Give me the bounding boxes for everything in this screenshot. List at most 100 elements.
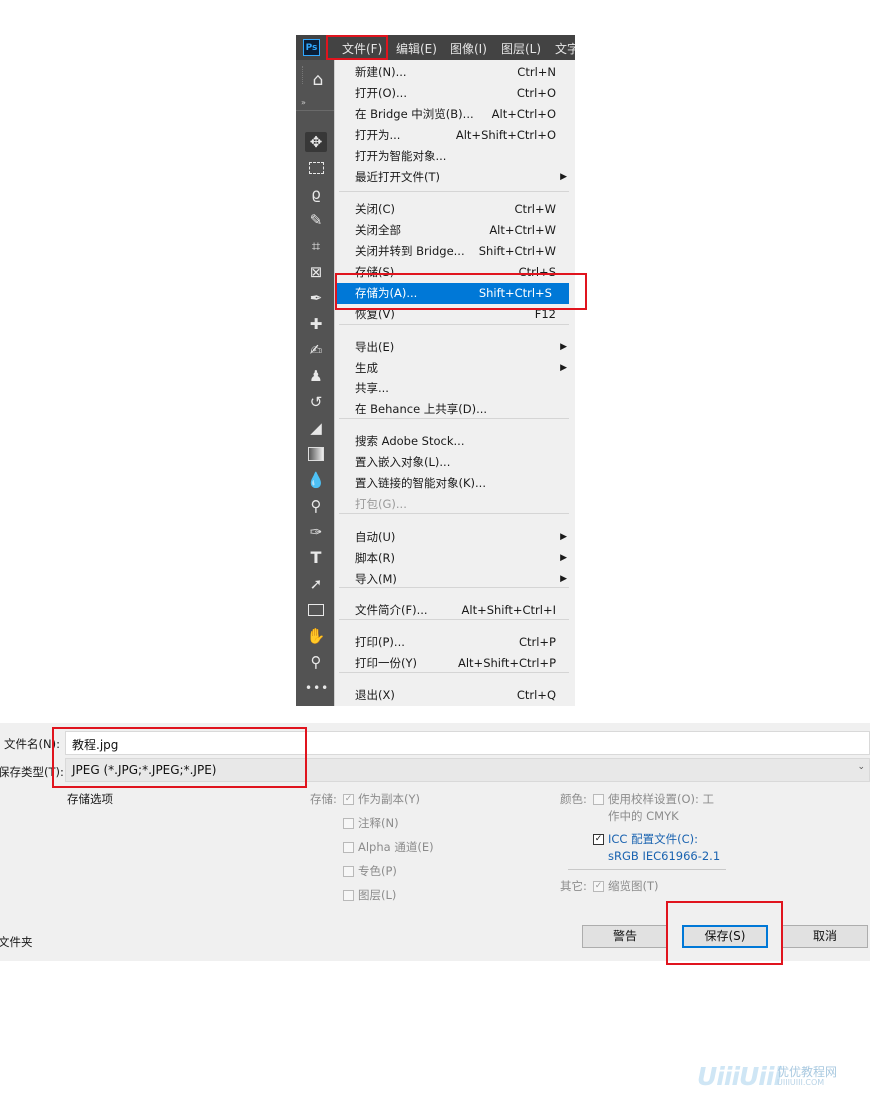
menu-item[interactable]: 置入嵌入对象(L)... bbox=[335, 452, 573, 473]
healing-brush-icon[interactable]: ✚ bbox=[305, 314, 327, 334]
menu-item[interactable]: 打开为智能对象... bbox=[335, 146, 573, 167]
menu-item-label: 打开为智能对象... bbox=[355, 149, 447, 163]
icc-profile-checkbox[interactable]: ✓ bbox=[593, 834, 604, 845]
pen-icon[interactable]: ✑ bbox=[305, 522, 327, 542]
menu-item[interactable]: 脚本(R) ▶ bbox=[335, 548, 573, 569]
menu-item[interactable]: 导出(E) ▶ bbox=[335, 337, 573, 358]
menu-item-label: 关闭全部 bbox=[355, 223, 401, 237]
marquee-icon[interactable] bbox=[305, 158, 327, 178]
menu-item-label: 导入(M) bbox=[355, 572, 397, 586]
menu-item[interactable]: 共享... bbox=[335, 378, 573, 399]
move-icon[interactable]: ✥ bbox=[305, 132, 327, 152]
type-icon[interactable]: T bbox=[305, 548, 327, 568]
menu-item[interactable]: 关闭全部 Alt+Ctrl+W bbox=[335, 220, 573, 241]
eraser-icon[interactable]: ◢ bbox=[305, 418, 327, 438]
icc-profile-label: ICC 配置文件(C): bbox=[608, 832, 698, 846]
menu-type[interactable]: 文字 bbox=[555, 40, 575, 57]
menu-item[interactable]: 文件简介(F)... Alt+Shift+Ctrl+I bbox=[335, 600, 573, 621]
icc-profile-value: sRGB IEC61966-2.1 bbox=[608, 849, 721, 863]
menu-item-shortcut: Ctrl+W bbox=[514, 202, 556, 216]
quick-select-icon[interactable]: ✎ bbox=[305, 210, 327, 230]
menu-item-label: 打印一份(Y) bbox=[355, 656, 417, 670]
photoshop-logo-icon: Ps bbox=[303, 39, 320, 56]
submenu-arrow-icon: ▶ bbox=[560, 532, 567, 542]
menu-item[interactable]: 最近打开文件(T) ▶ bbox=[335, 167, 573, 188]
folder-label[interactable]: 文件夹 bbox=[0, 934, 33, 950]
lasso-icon[interactable]: ϱ bbox=[305, 184, 327, 204]
cancel-button[interactable]: 取消 bbox=[782, 925, 868, 948]
menu-item[interactable]: 导入(M) ▶ bbox=[335, 569, 573, 590]
zoom-icon[interactable]: ⚲ bbox=[305, 652, 327, 672]
submenu-arrow-icon: ▶ bbox=[560, 574, 567, 584]
eyedropper-icon[interactable]: ✒ bbox=[305, 288, 327, 308]
menu-separator bbox=[339, 191, 569, 192]
storage-option-label: 专色(P) bbox=[358, 864, 397, 878]
highlight-save-button bbox=[666, 901, 783, 965]
menu-item[interactable]: 打包(G)... bbox=[335, 494, 573, 515]
warning-button[interactable]: 警告 bbox=[582, 925, 668, 948]
crop-icon[interactable]: ⌗ bbox=[305, 236, 327, 256]
divider bbox=[296, 110, 334, 111]
menu-item-label: 打开(O)... bbox=[355, 86, 407, 100]
brush-icon[interactable]: ✍ bbox=[305, 340, 327, 360]
blur-icon[interactable]: 💧 bbox=[305, 470, 327, 490]
menu-layer[interactable]: 图层(L) bbox=[501, 40, 541, 57]
storage-option-checkbox[interactable] bbox=[343, 890, 354, 901]
storage-option-checkbox[interactable]: ✓ bbox=[343, 794, 354, 805]
menu-item-label: 新建(N)... bbox=[355, 65, 407, 79]
storage-option-label: 作为副本(Y) bbox=[358, 792, 420, 806]
thumbnail-checkbox[interactable]: ✓ bbox=[593, 881, 604, 892]
storage-option-checkbox[interactable] bbox=[343, 866, 354, 877]
storage-option-label: Alpha 通道(E) bbox=[358, 840, 434, 854]
menu-item-shortcut: Ctrl+O bbox=[516, 86, 556, 100]
menu-item[interactable]: 在 Bridge 中浏览(B)... Alt+Ctrl+O bbox=[335, 104, 573, 125]
menu-item-label: 生成 bbox=[355, 361, 378, 375]
more-icon[interactable]: ••• bbox=[305, 678, 328, 698]
menu-item-label: 最近打开文件(T) bbox=[355, 170, 440, 184]
watermark-brand: UiiiUiii bbox=[697, 1062, 782, 1091]
gradient-icon[interactable] bbox=[305, 444, 327, 464]
divider bbox=[568, 869, 726, 870]
menu-item-label: 置入嵌入对象(L)... bbox=[355, 455, 451, 469]
menu-item[interactable]: 搜索 Adobe Stock... bbox=[335, 431, 573, 452]
frame-icon[interactable]: ⊠ bbox=[305, 262, 327, 282]
storage-option-checkbox[interactable] bbox=[343, 842, 354, 853]
menu-item[interactable]: 自动(U) ▶ bbox=[335, 527, 573, 548]
menu-item-label: 在 Behance 上共享(D)... bbox=[355, 402, 488, 416]
menu-item-label: 文件简介(F)... bbox=[355, 603, 428, 617]
stamp-icon[interactable]: ♟ bbox=[305, 366, 327, 386]
home-icon[interactable]: ⌂ bbox=[307, 70, 329, 90]
menu-item-label: 打开为... bbox=[355, 128, 401, 142]
storage-option-checkbox[interactable] bbox=[343, 818, 354, 829]
menu-item[interactable]: 置入链接的智能对象(K)... bbox=[335, 473, 573, 494]
save-options-label: 存储选项 bbox=[67, 792, 113, 806]
submenu-arrow-icon: ▶ bbox=[560, 553, 567, 563]
menu-item[interactable]: 打开为... Alt+Shift+Ctrl+O bbox=[335, 125, 573, 146]
menu-item[interactable]: 新建(N)... Ctrl+N bbox=[335, 62, 573, 83]
menu-item[interactable]: 在 Behance 上共享(D)... bbox=[335, 399, 573, 420]
panel-grip[interactable] bbox=[302, 66, 306, 84]
submenu-arrow-icon: ▶ bbox=[560, 342, 567, 352]
menu-item-shortcut: Alt+Shift+Ctrl+P bbox=[457, 656, 556, 670]
proof-setup-checkbox[interactable] bbox=[593, 794, 604, 805]
menu-item[interactable]: 退出(X) Ctrl+Q bbox=[335, 685, 573, 706]
menu-item[interactable]: 打印一份(Y) Alt+Shift+Ctrl+P bbox=[335, 653, 573, 674]
expand-panel-icon[interactable]: » bbox=[301, 98, 306, 107]
menu-item[interactable]: 打开(O)... Ctrl+O bbox=[335, 83, 573, 104]
hand-icon[interactable]: ✋ bbox=[305, 626, 327, 646]
dodge-icon[interactable]: ⚲ bbox=[305, 496, 327, 516]
menu-item[interactable]: 生成 ▶ bbox=[335, 358, 573, 379]
menu-item[interactable]: 关闭(C) Ctrl+W bbox=[335, 199, 573, 220]
rectangle-icon[interactable] bbox=[305, 600, 327, 620]
menu-edit[interactable]: 编辑(E) bbox=[396, 40, 437, 57]
photoshop-window: Ps 文件(F) 编辑(E) 图像(I) 图层(L) 文字 ⌂ » ✥ ϱ ✎ … bbox=[296, 35, 575, 706]
menu-image[interactable]: 图像(I) bbox=[450, 40, 487, 57]
history-brush-icon[interactable]: ↺ bbox=[305, 392, 327, 412]
path-select-icon[interactable]: ➚ bbox=[305, 574, 327, 594]
menu-item-shortcut: Alt+Ctrl+W bbox=[489, 223, 556, 237]
menu-item[interactable]: 打印(P)... Ctrl+P bbox=[335, 632, 573, 653]
menu-item-label: 在 Bridge 中浏览(B)... bbox=[355, 107, 474, 121]
menu-item-shortcut: Shift+Ctrl+W bbox=[478, 244, 556, 258]
menu-item[interactable]: 关闭并转到 Bridge... Shift+Ctrl+W bbox=[335, 241, 573, 262]
menu-item-shortcut: Alt+Shift+Ctrl+O bbox=[455, 128, 556, 142]
